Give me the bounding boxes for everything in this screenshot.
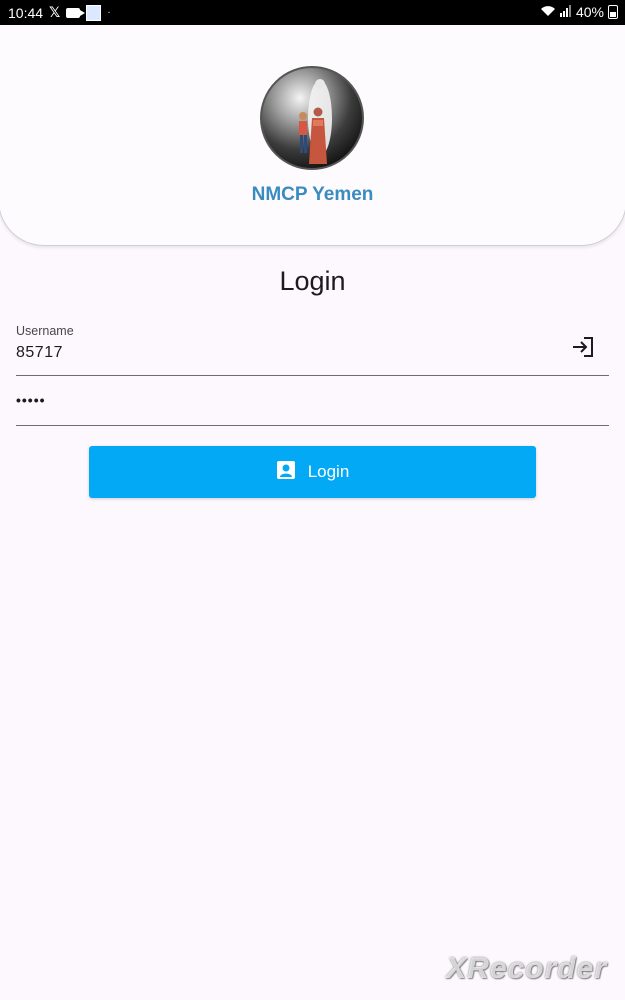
password-field[interactable]: ••••• <box>16 380 609 426</box>
family-logo-icon <box>299 79 332 164</box>
signal-icon <box>559 4 572 20</box>
username-input[interactable]: 85717 <box>16 344 63 362</box>
dot-icon: · <box>107 7 111 18</box>
video-icon <box>66 7 86 18</box>
username-field[interactable]: Username 85717 <box>16 320 609 376</box>
password-input[interactable]: ••••• <box>16 392 46 408</box>
wifi-icon <box>540 5 556 20</box>
login-button[interactable]: Login <box>89 446 536 498</box>
battery-percent: 40% <box>575 4 604 20</box>
status-bar-left: 10:44 𝕏 · <box>8 4 111 21</box>
battery-icon <box>608 5 618 19</box>
status-time: 10:44 <box>8 4 44 21</box>
app-notification-icon <box>86 4 102 21</box>
account-box-icon <box>276 460 296 485</box>
login-button-label: Login <box>307 462 350 481</box>
app-logo <box>260 66 364 170</box>
status-bar: 10:44 𝕏 · 40% <box>0 0 625 25</box>
page-title: Login <box>279 266 346 296</box>
username-label: Username <box>16 324 74 338</box>
login-icon[interactable] <box>571 336 595 363</box>
app-name: NMCP Yemen <box>251 184 374 205</box>
x-icon: 𝕏 <box>49 4 61 20</box>
status-bar-right: 40% <box>540 4 618 20</box>
recorder-watermark: XRecorder <box>446 952 607 985</box>
